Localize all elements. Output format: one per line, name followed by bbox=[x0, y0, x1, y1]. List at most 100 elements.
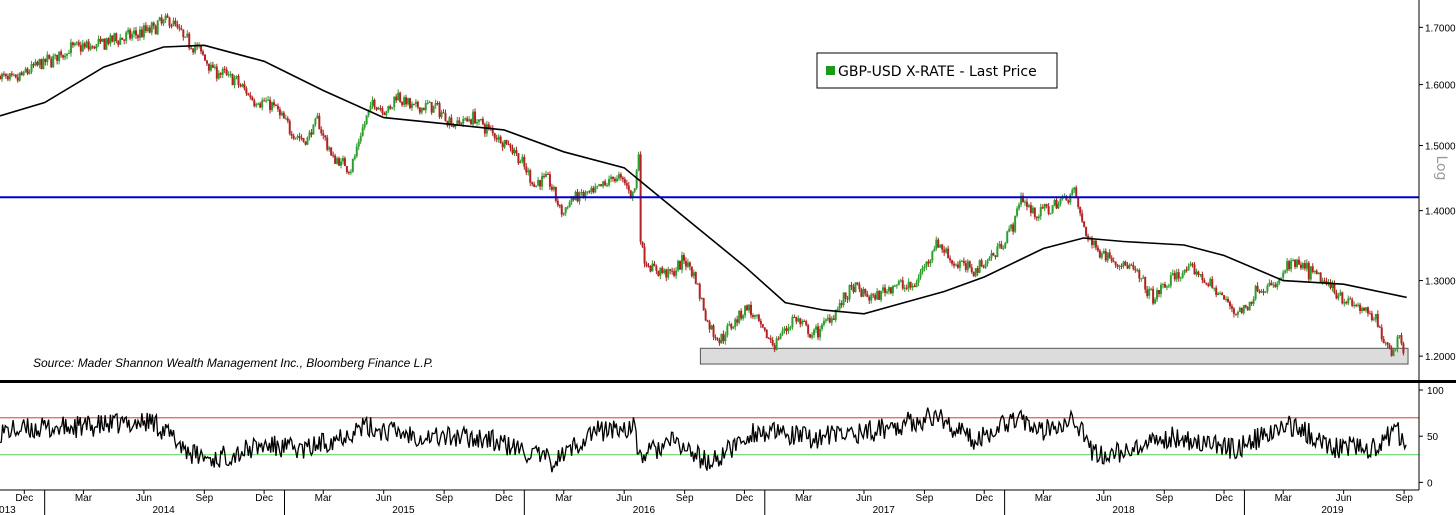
price-candle-body bbox=[1146, 289, 1149, 296]
price-candle-body bbox=[1025, 201, 1028, 207]
price-candle-body bbox=[241, 84, 244, 87]
price-candle-body bbox=[1029, 205, 1032, 213]
price-candle-body bbox=[1010, 224, 1013, 229]
price-candle-body bbox=[986, 260, 989, 264]
price-candle-body bbox=[769, 338, 772, 341]
month-tick-label: Sep bbox=[435, 493, 453, 504]
price-tick-label: 1.5000 bbox=[1425, 142, 1456, 153]
price-candle-body bbox=[941, 244, 944, 250]
price-candle-body bbox=[1297, 259, 1300, 265]
price-candle-body bbox=[751, 315, 754, 317]
price-candle-body bbox=[759, 320, 762, 325]
price-candle-body bbox=[998, 243, 1001, 247]
price-candle-body bbox=[734, 319, 737, 328]
price-candle-body bbox=[503, 140, 506, 148]
price-candle-body bbox=[681, 255, 684, 270]
price-candle-body bbox=[1347, 298, 1350, 304]
price-candle-body bbox=[48, 54, 51, 59]
price-candle-body bbox=[156, 20, 159, 35]
price-candle-body bbox=[1209, 279, 1212, 286]
price-candle-body bbox=[276, 105, 279, 110]
price-candle-body bbox=[1213, 287, 1216, 289]
price-candle-body bbox=[612, 176, 615, 179]
price-candle-body bbox=[257, 103, 260, 105]
price-candle-body bbox=[401, 101, 404, 105]
price-candle-body bbox=[407, 98, 410, 105]
price-candle-body bbox=[359, 136, 362, 142]
price-candle-body bbox=[641, 241, 644, 247]
price-candle-body bbox=[77, 42, 80, 46]
price-candle-body bbox=[466, 118, 469, 122]
price-candle-body bbox=[302, 138, 305, 142]
price-candle-body bbox=[1167, 285, 1170, 287]
price-candle-body bbox=[225, 69, 228, 75]
price-candle-body bbox=[1203, 280, 1206, 283]
price-candle-body bbox=[884, 287, 887, 293]
price-candle-body bbox=[927, 261, 930, 264]
price-candle-body bbox=[988, 257, 991, 261]
price-candle-body bbox=[1033, 207, 1036, 217]
price-candle-body bbox=[1205, 282, 1208, 285]
price-candle-body bbox=[1248, 301, 1251, 310]
month-tick-label: Sep bbox=[676, 493, 694, 504]
price-candle-body bbox=[107, 38, 110, 44]
price-candle-body bbox=[704, 310, 707, 321]
price-candle-body bbox=[531, 182, 534, 185]
price-candle-body bbox=[746, 305, 749, 311]
price-candle-body bbox=[517, 153, 520, 164]
price-candle-body bbox=[345, 166, 348, 173]
price-candle-body bbox=[442, 112, 445, 114]
price-candle-body bbox=[714, 337, 717, 339]
price-candle-body bbox=[1142, 277, 1145, 279]
price-candle-body bbox=[2, 73, 5, 75]
price-candle-body bbox=[1053, 199, 1056, 206]
price-candle-body bbox=[1079, 207, 1082, 214]
price-candle-body bbox=[945, 248, 948, 253]
price-candle-body bbox=[1227, 298, 1230, 302]
month-tick-label: Mar bbox=[315, 493, 333, 504]
month-tick-label: Mar bbox=[1035, 493, 1053, 504]
price-candle-body bbox=[239, 85, 242, 87]
price-candle-body bbox=[320, 129, 323, 134]
price-candle-body bbox=[365, 115, 368, 124]
price-candle-body bbox=[598, 184, 601, 186]
price-candle-body bbox=[1236, 311, 1239, 315]
price-candle-body bbox=[1140, 278, 1143, 280]
price-candle-body bbox=[1158, 290, 1161, 295]
price-candle-body bbox=[312, 124, 315, 135]
price-candle-body bbox=[292, 135, 295, 139]
price-candle-body bbox=[1159, 284, 1162, 295]
price-candle-body bbox=[1211, 279, 1214, 288]
price-candle-body bbox=[893, 285, 896, 287]
price-candle-body bbox=[732, 327, 735, 329]
price-candle-body bbox=[399, 92, 402, 102]
price-candle-body bbox=[1094, 240, 1097, 248]
price-candle-body bbox=[357, 141, 360, 147]
price-candle-body bbox=[811, 335, 814, 338]
price-candle-body bbox=[1165, 286, 1168, 288]
price-candle-body bbox=[964, 263, 967, 270]
price-candle-body bbox=[905, 287, 908, 289]
price-candle-body bbox=[140, 29, 143, 38]
price-candle-body bbox=[1187, 266, 1190, 271]
price-candle-body bbox=[1246, 307, 1249, 310]
price-candle-body bbox=[1305, 262, 1308, 269]
price-candle-body bbox=[30, 64, 33, 72]
price-candle-body bbox=[182, 29, 185, 38]
support-zone bbox=[699, 347, 1409, 365]
price-candle-body bbox=[970, 267, 973, 272]
price-candle-body bbox=[133, 30, 136, 34]
price-candle-body bbox=[1264, 291, 1267, 293]
price-candle-body bbox=[164, 15, 167, 20]
price-candle-body bbox=[773, 345, 776, 350]
price-candle-body bbox=[40, 59, 43, 70]
price-candle-body bbox=[1234, 313, 1237, 315]
price-candle-body bbox=[671, 270, 674, 272]
price-candle-body bbox=[32, 64, 35, 66]
price-candle-body bbox=[326, 137, 329, 150]
price-candle-body bbox=[1073, 187, 1076, 190]
price-candle-body bbox=[158, 17, 161, 21]
price-candle-body bbox=[659, 267, 662, 276]
price-candle-body bbox=[935, 239, 938, 249]
price-candle-body bbox=[960, 260, 963, 262]
